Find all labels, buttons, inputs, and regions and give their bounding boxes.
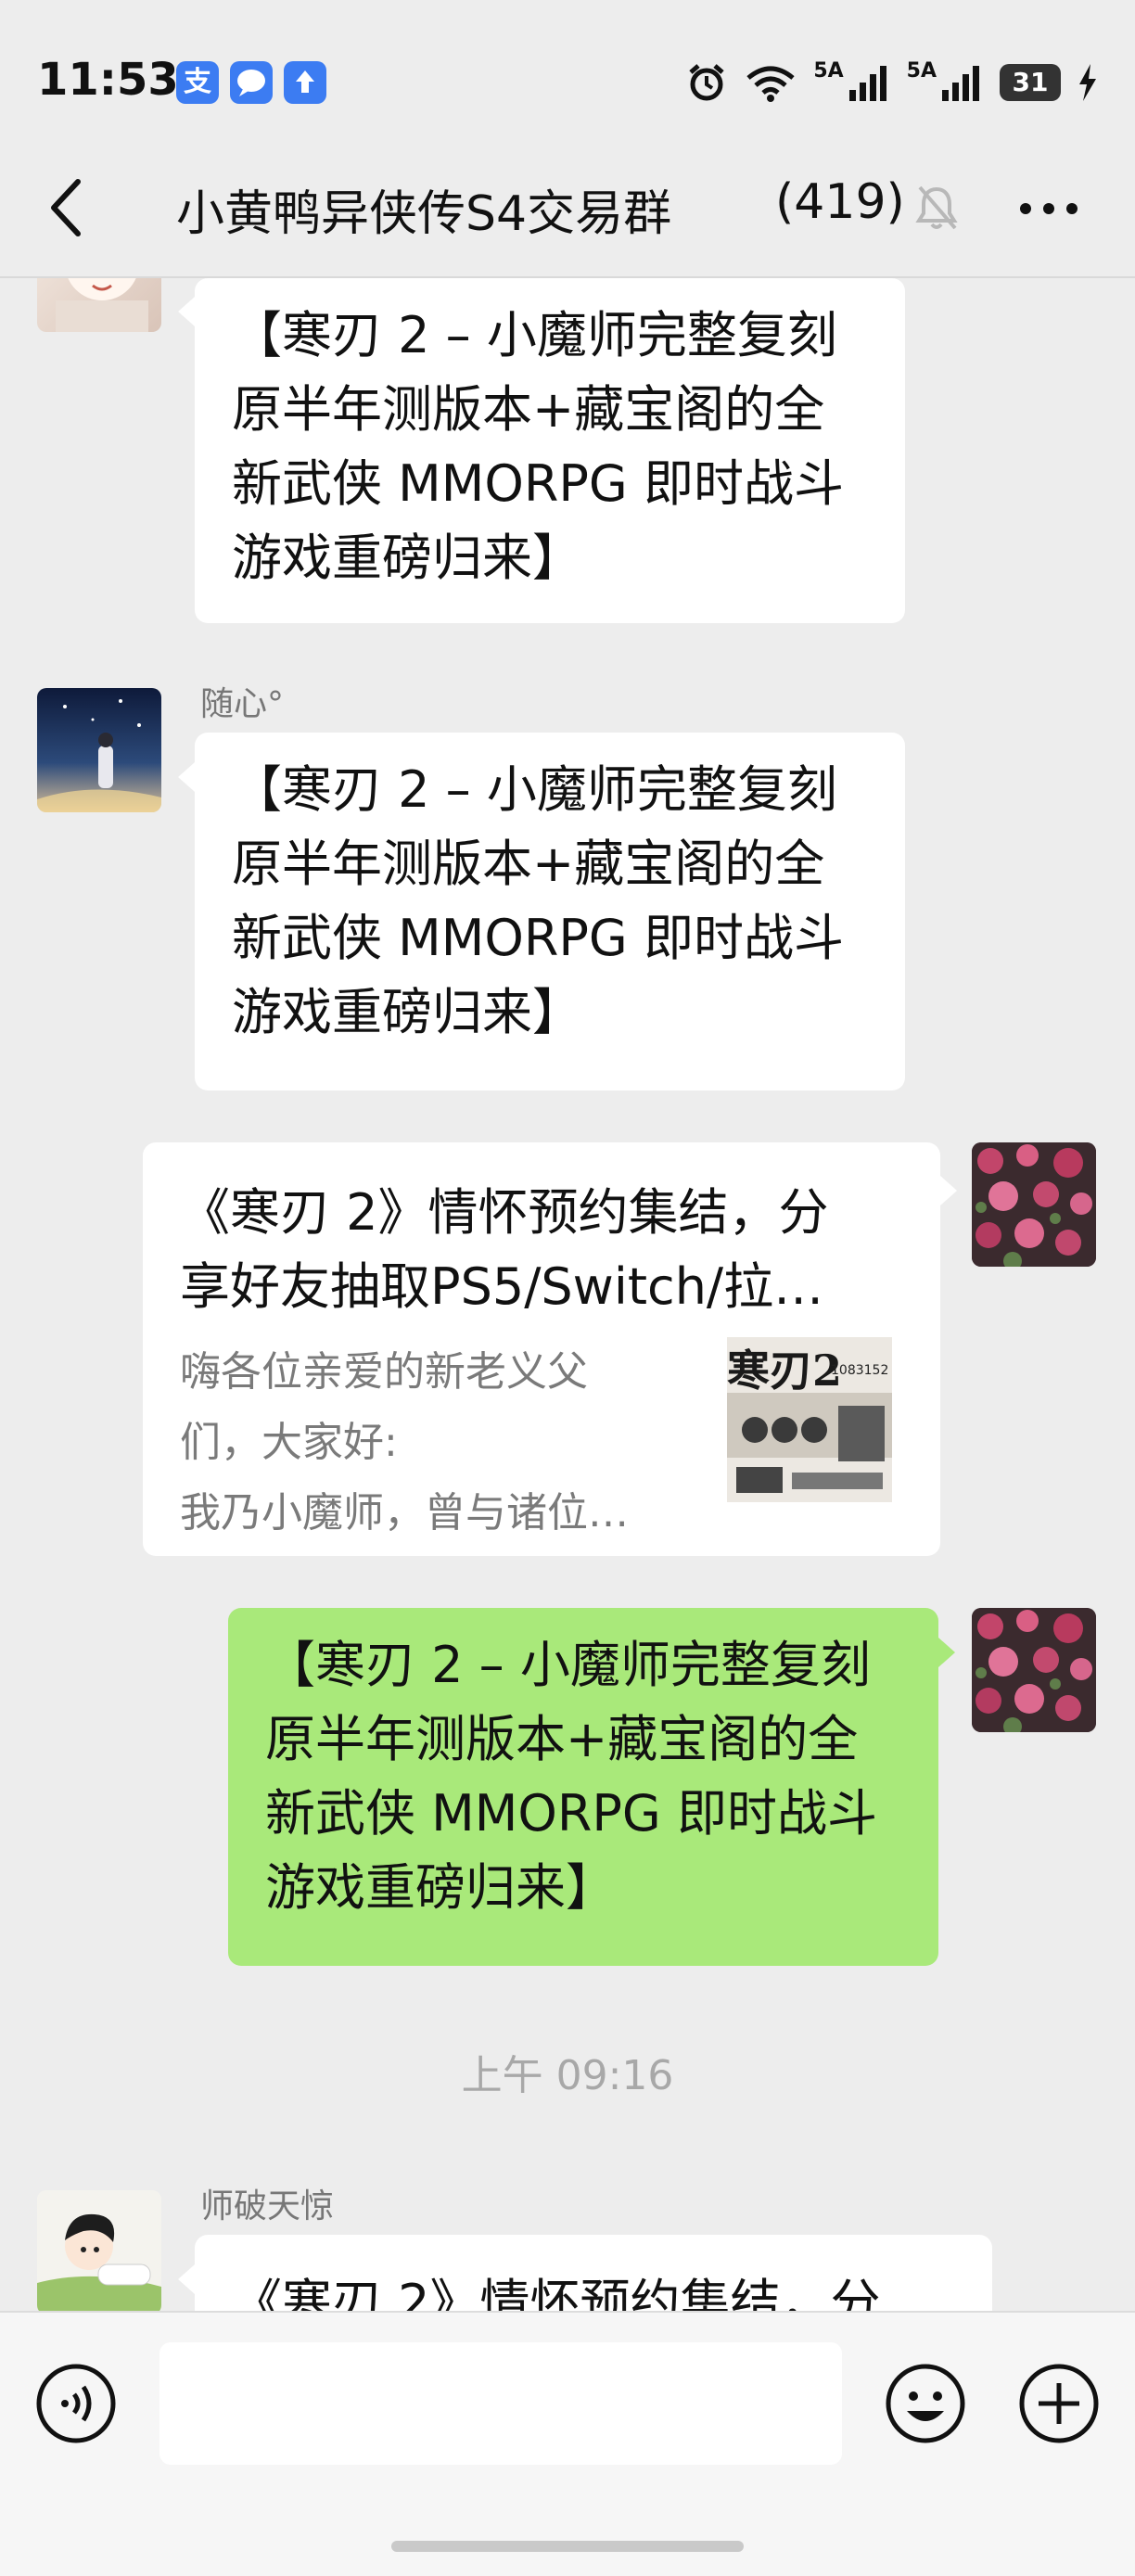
message-line: 游戏重磅归来】	[265, 1858, 616, 1917]
plus-circle-icon	[1019, 2364, 1099, 2443]
card-desc-line: 我乃小魔师，曾与诸位…	[180, 1489, 629, 1537]
message-input[interactable]	[159, 2342, 842, 2465]
sender-name: 师破天惊	[200, 2187, 335, 2225]
status-time: 11:53	[37, 54, 179, 106]
back-button[interactable]	[37, 172, 102, 243]
message-line: 原半年测版本+藏宝阁的全	[232, 380, 825, 439]
charging-icon	[1079, 64, 1096, 101]
input-bar	[0, 2311, 1135, 2576]
card-thumbnail: 寒刃2 1083152	[727, 1337, 892, 1502]
chevron-left-icon	[51, 179, 81, 236]
message-line: 新武侠 MMORPG 即时战斗	[232, 454, 844, 513]
card-title-line: 享好友抽取PS5/Switch/拉…	[180, 1257, 824, 1316]
message-line: 游戏重磅归来】	[232, 983, 582, 1041]
my-message-bubble[interactable]: 【寒刃 2 – 小魔师完整复刻 原半年测版本+藏宝阁的全 新武侠 MMORPG …	[228, 1608, 938, 1966]
voice-icon	[36, 2364, 116, 2443]
alipay-icon: 支	[176, 61, 219, 104]
member-count: (419)	[775, 174, 905, 230]
bubble-tail	[178, 297, 195, 326]
my-avatar[interactable]	[972, 1608, 1096, 1732]
bubble-tail	[940, 1176, 957, 1205]
battery-level: 31	[1000, 64, 1061, 101]
card-desc-line: 嗨各位亲爱的新老义父	[180, 1348, 588, 1396]
more-functions-button[interactable]	[1018, 2363, 1100, 2444]
bubble-tail	[938, 1638, 955, 1667]
alarm-icon	[689, 64, 724, 101]
status-bar: 11:53 支 5A 5A 31	[0, 0, 1135, 139]
message-line: 《寒刃 2》情怀预约集结，分	[232, 2274, 881, 2311]
upload-icon	[284, 61, 326, 104]
system-icons: 5A 5A 31	[685, 59, 1098, 106]
signal-2-icon	[942, 66, 979, 101]
thumbnail-title: 寒刃2	[727, 1345, 843, 1396]
signal-2-label: 5A	[906, 59, 937, 83]
time-divider: 上午 09:16	[461, 2052, 674, 2099]
card-description: 嗨各位亲爱的新老义父 们，大家好: 我乃小魔师，曾与诸位…	[180, 1337, 681, 1549]
message-list[interactable]: 【寒刃 2 – 小魔师完整复刻 原半年测版本+藏宝阁的全 新武侠 MMORPG …	[0, 278, 1135, 2311]
emoji-button[interactable]	[885, 2363, 966, 2444]
message-line: 游戏重磅归来】	[232, 529, 582, 587]
message-line: 新武侠 MMORPG 即时战斗	[232, 909, 844, 967]
home-indicator[interactable]	[391, 2541, 744, 2552]
wifi-icon	[746, 66, 795, 102]
thumbnail-code: 1083152	[831, 1363, 889, 1378]
avatar[interactable]	[37, 688, 161, 812]
more-dots-icon	[1020, 203, 1078, 214]
avatar[interactable]	[37, 2190, 161, 2311]
message-line: 原半年测版本+藏宝阁的全	[232, 835, 825, 893]
message-icon	[230, 61, 273, 104]
sender-name: 随心°	[200, 685, 285, 723]
message-line: 【寒刃 2 – 小魔师完整复刻	[265, 1636, 871, 1694]
signal-1-label: 5A	[813, 59, 844, 83]
message-bubble[interactable]: 《寒刃 2》情怀预约集结，分	[195, 2235, 992, 2311]
link-card[interactable]: 《寒刃 2》情怀预约集结，分 享好友抽取PS5/Switch/拉… 嗨各位亲爱的…	[143, 1142, 940, 1556]
bubble-tail	[178, 2264, 195, 2294]
my-avatar[interactable]	[972, 1142, 1096, 1267]
bubble-tail	[178, 762, 195, 792]
message-bubble[interactable]: 【寒刃 2 – 小魔师完整复刻 原半年测版本+藏宝阁的全 新武侠 MMORPG …	[195, 278, 905, 623]
mute-bell-icon	[914, 184, 959, 232]
card-desc-line: 们，大家好:	[180, 1419, 398, 1466]
message-line: 原半年测版本+藏宝阁的全	[265, 1710, 859, 1768]
signal-1-icon	[848, 66, 886, 101]
card-title-line: 《寒刃 2》情怀预约集结，分	[180, 1183, 829, 1242]
message-line: 【寒刃 2 – 小魔师完整复刻	[232, 306, 837, 364]
message-line: 新武侠 MMORPG 即时战斗	[265, 1784, 877, 1843]
chat-header: 小黄鸭异侠传S4交易群 (419)	[0, 139, 1135, 278]
emoji-icon	[886, 2364, 965, 2443]
avatar[interactable]	[37, 278, 161, 332]
group-title: 小黄鸭异侠传S4交易群	[176, 186, 672, 242]
more-options-button[interactable]	[1016, 185, 1081, 232]
message-line: 【寒刃 2 – 小魔师完整复刻	[232, 760, 837, 819]
voice-input-button[interactable]	[35, 2363, 117, 2444]
card-title: 《寒刃 2》情怀预约集结，分 享好友抽取PS5/Switch/拉…	[180, 1176, 922, 1324]
message-bubble[interactable]: 【寒刃 2 – 小魔师完整复刻 原半年测版本+藏宝阁的全 新武侠 MMORPG …	[195, 733, 905, 1090]
